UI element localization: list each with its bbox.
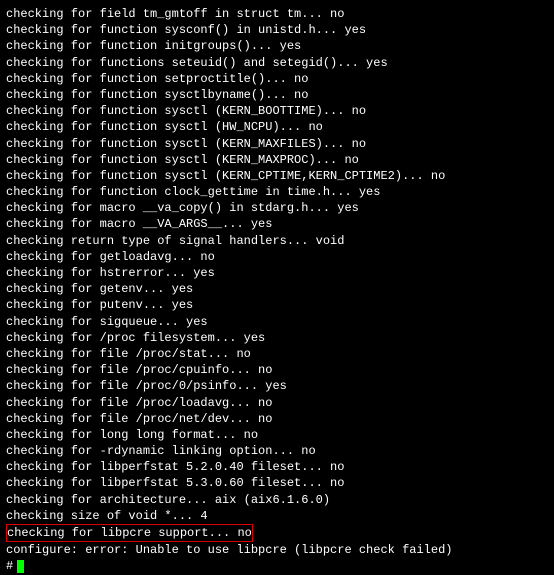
- configure-error-line: configure: error: Unable to use libpcre …: [6, 542, 548, 558]
- output-line: checking return type of signal handlers.…: [6, 233, 548, 249]
- output-line: checking for functions seteuid() and set…: [6, 55, 548, 71]
- output-line: checking for putenv... yes: [6, 297, 548, 313]
- output-line: checking for macro __VA_ARGS__... yes: [6, 216, 548, 232]
- output-line: checking for file /proc/loadavg... no: [6, 395, 548, 411]
- output-line: checking for function sysctl (KERN_BOOTT…: [6, 103, 548, 119]
- output-line: checking for file /proc/stat... no: [6, 346, 548, 362]
- output-line: checking for macro __va_copy() in stdarg…: [6, 200, 548, 216]
- highlighted-check-line: checking for libpcre support... no: [6, 524, 548, 542]
- output-line: checking for function sysctl (HW_NCPU)..…: [6, 119, 548, 135]
- output-line: checking for function setproctitle()... …: [6, 71, 548, 87]
- output-line: checking for function sysconf() in unist…: [6, 22, 548, 38]
- output-line: checking for -rdynamic linking option...…: [6, 443, 548, 459]
- output-line: checking size of void *... 4: [6, 508, 548, 524]
- output-line: checking for getloadavg... no: [6, 249, 548, 265]
- shell-prompt-line[interactable]: #: [6, 558, 548, 574]
- output-line: checking for libperfstat 5.2.0.40 filese…: [6, 459, 548, 475]
- prompt-symbol: #: [6, 558, 13, 574]
- output-line: checking for function sysctl (KERN_CPTIM…: [6, 168, 548, 184]
- output-line: checking for sigqueue... yes: [6, 314, 548, 330]
- output-line: checking for file /proc/0/psinfo... yes: [6, 378, 548, 394]
- output-line: checking for architecture... aix (aix6.1…: [6, 492, 548, 508]
- output-line: checking for libperfstat 5.3.0.60 filese…: [6, 475, 548, 491]
- terminal-output: checking for field tm_gmtoff in struct t…: [6, 6, 548, 524]
- output-line: checking for field tm_gmtoff in struct t…: [6, 6, 548, 22]
- output-line: checking for long long format... no: [6, 427, 548, 443]
- output-line: checking for /proc filesystem... yes: [6, 330, 548, 346]
- highlight-box: checking for libpcre support... no: [6, 524, 253, 542]
- output-line: checking for file /proc/net/dev... no: [6, 411, 548, 427]
- output-line: checking for function sysctl (KERN_MAXPR…: [6, 152, 548, 168]
- output-line: checking for function sysctl (KERN_MAXFI…: [6, 136, 548, 152]
- output-line: checking for function clock_gettime in t…: [6, 184, 548, 200]
- output-line: checking for hstrerror... yes: [6, 265, 548, 281]
- output-line: checking for function sysctlbyname()... …: [6, 87, 548, 103]
- output-line: checking for function initgroups()... ye…: [6, 38, 548, 54]
- output-line: checking for getenv... yes: [6, 281, 548, 297]
- output-line: checking for file /proc/cpuinfo... no: [6, 362, 548, 378]
- cursor-block: [17, 560, 24, 573]
